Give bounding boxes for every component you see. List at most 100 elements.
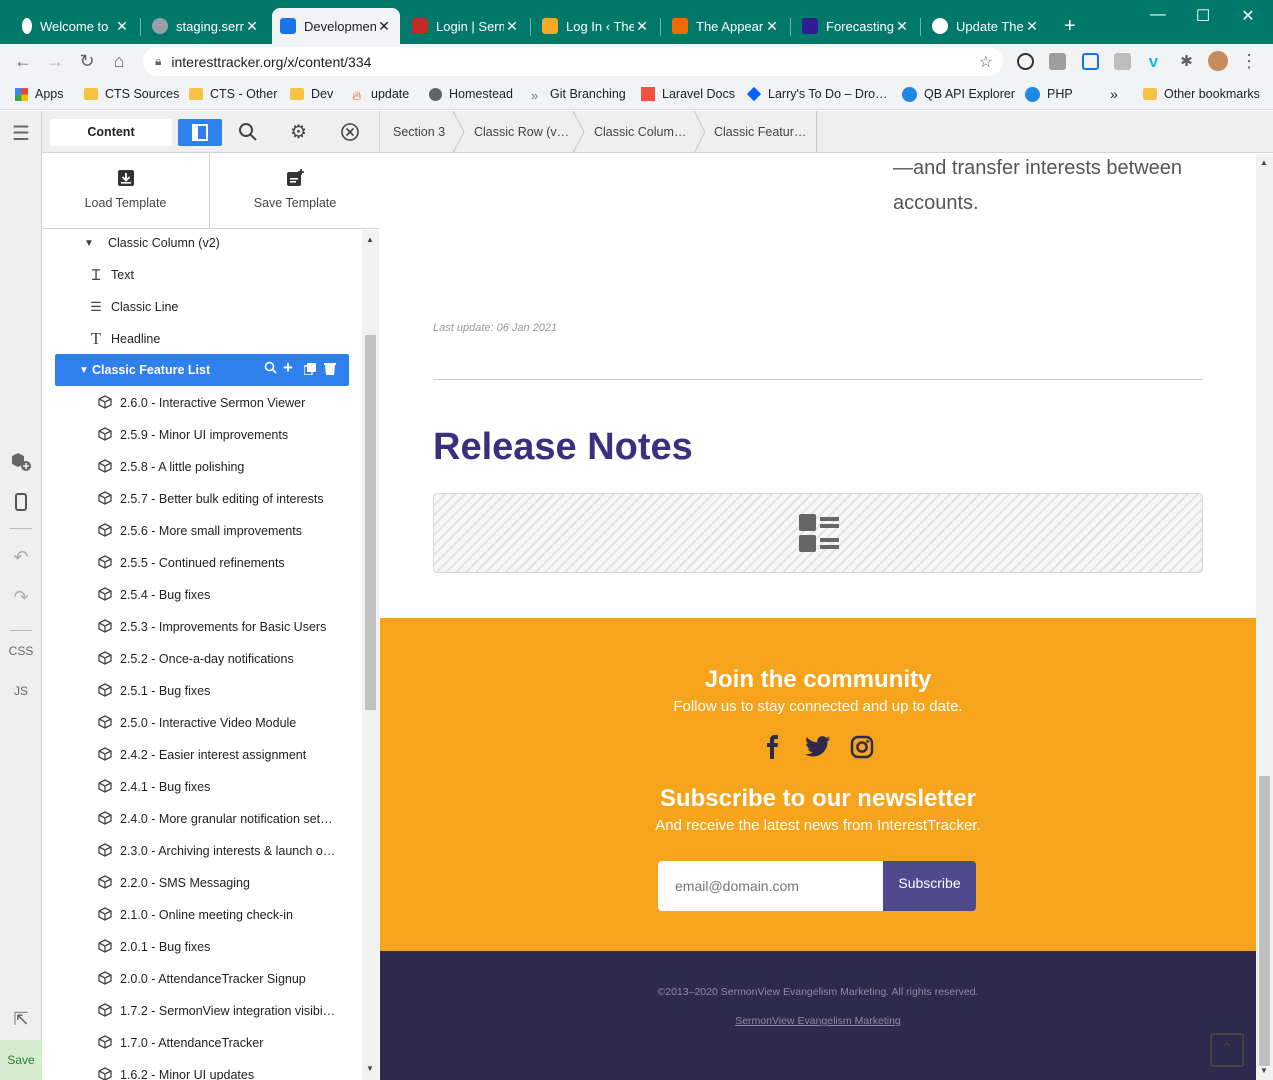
duplicate-icon[interactable] <box>303 363 316 378</box>
tree-node-feature[interactable]: 2.5.2 - Once-a-day notifications <box>98 643 294 675</box>
tree-node-feature[interactable]: 2.5.3 - Improvements for Basic Users <box>98 611 326 643</box>
add-icon[interactable]: + <box>283 358 293 378</box>
scroll-down-arrow-icon[interactable]: ▼ <box>1260 1066 1268 1075</box>
scroll-up-arrow-icon[interactable]: ▲ <box>366 235 374 244</box>
browser-tab[interactable]: The Appeari ✕ <box>664 8 788 44</box>
browser-tab-active[interactable]: Developmen ✕ <box>272 8 400 44</box>
tree-node-feature[interactable]: 2.2.0 - SMS Messaging <box>98 867 250 899</box>
scroll-up-arrow-icon[interactable]: ▲ <box>1260 158 1268 167</box>
tree-node-classic-line[interactable]: ☰ Classic Line <box>89 291 178 323</box>
instagram-icon[interactable] <box>850 735 874 759</box>
breadcrumb-item[interactable]: Classic Colum… <box>594 111 686 153</box>
search-icon[interactable] <box>238 122 258 147</box>
tree-scrollbar-thumb[interactable] <box>365 335 376 710</box>
tree-node-feature[interactable]: 2.5.7 - Better bulk editing of interests <box>98 483 324 515</box>
tree-scrollbar[interactable]: ▲ ▼ <box>362 230 379 1080</box>
layout-toggle-button[interactable] <box>178 119 222 146</box>
close-tab-icon[interactable]: ✕ <box>764 18 780 35</box>
tree-node-text[interactable]: Ɪ Text <box>89 259 134 291</box>
bookmark-folder[interactable]: Dev <box>290 85 333 103</box>
twitter-icon[interactable] <box>805 735 831 759</box>
browser-tab[interactable]: Log In ‹ The ✕ <box>534 8 658 44</box>
load-template-button[interactable]: Load Template <box>42 153 210 229</box>
new-tab-button[interactable]: + <box>1056 8 1086 44</box>
gear-icon[interactable]: ⚙ <box>290 121 307 144</box>
bookmarks-overflow-button[interactable]: » <box>1110 85 1118 103</box>
css-button[interactable]: CSS <box>0 644 42 658</box>
bookmark-folder[interactable]: CTS Sources <box>84 85 179 103</box>
undo-icon[interactable]: ↶ <box>0 547 42 568</box>
subscribe-button[interactable]: Subscribe <box>883 861 976 911</box>
tree-node-classic-feature-list-selected[interactable]: ▼ Classic Feature List + <box>55 354 349 386</box>
forward-icon[interactable]: → <box>44 50 66 72</box>
back-to-top-button[interactable]: ⌃ <box>1210 1033 1244 1067</box>
breadcrumb-item[interactable]: Section 3 <box>393 111 445 153</box>
tree-node-feature[interactable]: 2.5.5 - Continued refinements <box>98 547 285 579</box>
bookmark-link[interactable]: QB API Explorer <box>902 85 1015 103</box>
extension-1password-icon[interactable] <box>1017 53 1034 70</box>
close-tab-icon[interactable]: ✕ <box>504 18 520 35</box>
tree-node-feature[interactable]: 2.3.0 - Archiving interests & launch o… <box>98 835 335 867</box>
close-tab-icon[interactable]: ✕ <box>244 18 260 35</box>
js-button[interactable]: JS <box>0 684 42 698</box>
bookmark-link[interactable]: » Git Branching <box>531 85 626 103</box>
footer-link[interactable]: SermonView Evangelism Marketing <box>380 1015 1256 1027</box>
bookmark-link[interactable]: Larry's To Do – Dro… <box>746 85 888 103</box>
browser-tab[interactable]: staging.serm ✕ <box>144 8 268 44</box>
tree-node-feature[interactable]: 2.5.0 - Interactive Video Module <box>98 707 296 739</box>
browser-tab[interactable]: Update Ther ✕ <box>924 8 1048 44</box>
content-tab[interactable]: Content <box>50 119 172 146</box>
extension-icon[interactable] <box>1049 53 1066 70</box>
tree-node-feature[interactable]: 2.4.0 - More granular notification set… <box>98 803 333 835</box>
add-module-icon[interactable] <box>0 451 42 476</box>
external-link-icon[interactable]: ⇱ <box>0 1009 42 1030</box>
bookmark-link[interactable]: Laravel Docs <box>641 85 735 103</box>
save-button[interactable]: Save <box>0 1040 42 1080</box>
bookmark-link[interactable]: 🔥︎ update <box>352 85 409 103</box>
tree-node-feature[interactable]: 2.5.9 - Minor UI improvements <box>98 419 288 451</box>
breadcrumb-item-current[interactable]: Classic Featur… <box>714 111 806 153</box>
maximize-icon[interactable]: ☐ <box>1188 6 1218 26</box>
close-tab-icon[interactable]: ✕ <box>1024 18 1040 35</box>
menu-kebab-icon[interactable]: ⋮ <box>1240 52 1258 70</box>
extensions-puzzle-icon[interactable]: ✱ <box>1178 53 1195 70</box>
facebook-icon[interactable] <box>761 735 785 759</box>
bookmark-star-icon[interactable]: ☆ <box>979 52 993 72</box>
tree-node-feature[interactable]: 2.5.8 - A little polishing <box>98 451 244 483</box>
tree-node-classic-column[interactable]: ▼ Classic Column (v2) <box>82 230 220 259</box>
email-input[interactable] <box>658 861 884 911</box>
bookmark-link[interactable]: Homestead <box>429 85 513 103</box>
redo-icon[interactable]: ↷ <box>0 587 42 608</box>
bookmark-folder[interactable]: CTS - Other <box>189 85 277 103</box>
profile-avatar[interactable] <box>1208 51 1228 71</box>
search-icon[interactable] <box>264 361 277 377</box>
close-tab-icon[interactable]: ✕ <box>634 18 650 35</box>
bookmark-link[interactable]: PHP <box>1025 85 1073 103</box>
minimize-icon[interactable]: — <box>1143 6 1173 24</box>
extension-icon[interactable] <box>1082 53 1099 70</box>
tree-node-feature[interactable]: 2.0.1 - Bug fixes <box>98 931 210 963</box>
browser-tab[interactable]: Welcome to ✕ <box>14 8 138 44</box>
tree-node-feature[interactable]: 2.1.0 - Online meeting check-in <box>98 899 293 931</box>
tree-node-feature[interactable]: 2.5.6 - More small improvements <box>98 515 302 547</box>
address-bar[interactable]: 🔒︎ interesttracker.org/x/content/334 ☆ <box>143 47 1003 76</box>
bookmark-apps[interactable]: Apps <box>15 85 64 103</box>
page-scrollbar[interactable]: ▲ ▼ <box>1256 154 1273 1080</box>
tree-node-feature[interactable]: 2.4.1 - Bug fixes <box>98 771 210 803</box>
close-tab-icon[interactable]: ✕ <box>376 18 392 35</box>
tree-node-feature[interactable]: 2.0.0 - AttendanceTracker Signup <box>98 963 306 995</box>
back-icon[interactable]: ← <box>12 50 34 72</box>
reload-icon[interactable]: ↻ <box>76 50 98 72</box>
tree-node-feature[interactable]: 1.7.2 - SermonView integration visibi… <box>98 995 335 1027</box>
tree-node-headline[interactable]: T Headline <box>89 323 161 355</box>
hamburger-menu-icon[interactable]: ☰ <box>0 121 42 146</box>
trash-icon[interactable] <box>324 362 336 379</box>
close-window-icon[interactable]: ✕ <box>1233 6 1263 26</box>
extension-icon[interactable] <box>1114 53 1131 70</box>
browser-tab[interactable]: Login | Serm ✕ <box>404 8 528 44</box>
tree-node-feature[interactable]: 2.4.2 - Easier interest assignment <box>98 739 306 771</box>
close-tab-icon[interactable]: ✕ <box>894 18 910 35</box>
scroll-down-arrow-icon[interactable]: ▼ <box>366 1064 374 1073</box>
tree-node-feature[interactable]: 2.5.4 - Bug fixes <box>98 579 210 611</box>
home-icon[interactable]: ⌂ <box>108 50 130 72</box>
